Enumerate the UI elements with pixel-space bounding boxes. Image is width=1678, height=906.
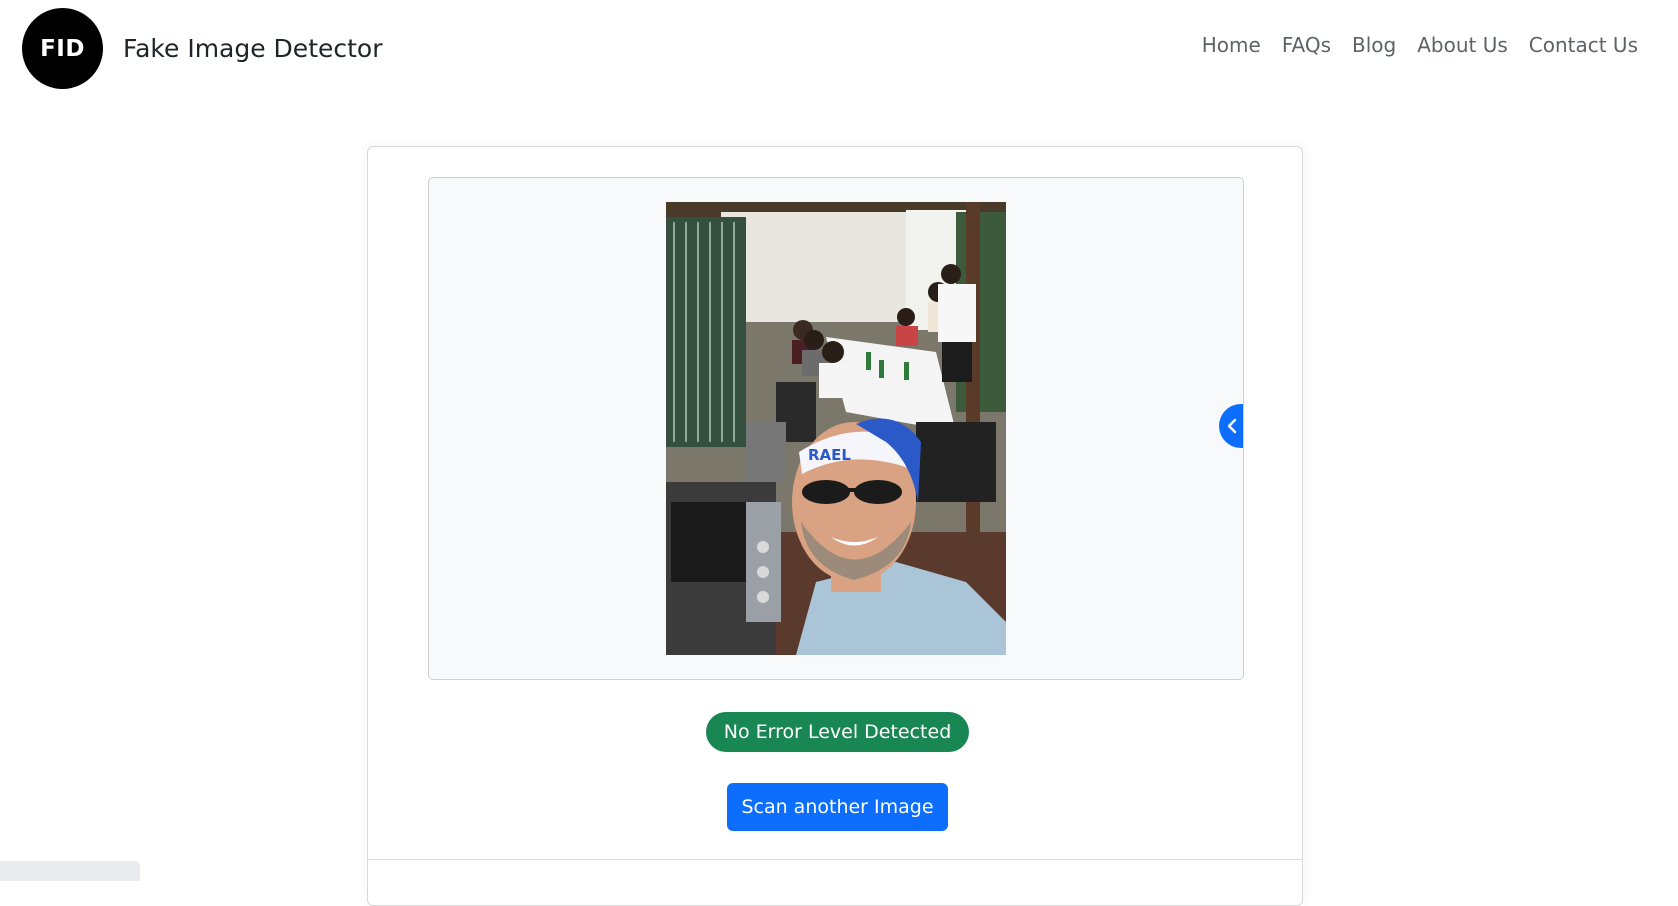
brand-link[interactable]: FID Fake Image Detector bbox=[22, 8, 383, 89]
nav-home[interactable]: Home bbox=[1202, 33, 1261, 57]
fid-logo: FID bbox=[22, 8, 103, 89]
headband-text: RAEL bbox=[808, 446, 851, 464]
result-card: RAEL No Error Level Detected Scan anothe… bbox=[367, 146, 1303, 906]
nav-about-us[interactable]: About Us bbox=[1417, 33, 1508, 57]
brand-name: Fake Image Detector bbox=[123, 34, 383, 63]
image-viewer: RAEL bbox=[428, 177, 1244, 680]
logo-text: FID bbox=[40, 35, 85, 62]
top-navbar: FID Fake Image Detector Home FAQs Blog A… bbox=[0, 0, 1678, 96]
photo-illustration: RAEL bbox=[666, 202, 1006, 655]
nav-contact-us[interactable]: Contact Us bbox=[1529, 33, 1638, 57]
nav-faqs[interactable]: FAQs bbox=[1282, 33, 1331, 57]
uploaded-photo: RAEL bbox=[666, 202, 1006, 655]
card-divider bbox=[368, 859, 1302, 860]
result-status-badge: No Error Level Detected bbox=[706, 712, 969, 752]
collapse-toggle-button[interactable] bbox=[1219, 404, 1243, 448]
browser-status-bar bbox=[0, 861, 140, 881]
main-nav: Home FAQs Blog About Us Contact Us bbox=[1181, 33, 1638, 57]
scan-another-image-button[interactable]: Scan another Image bbox=[727, 783, 948, 831]
chevron-left-icon bbox=[1227, 418, 1237, 434]
nav-blog[interactable]: Blog bbox=[1352, 33, 1396, 57]
